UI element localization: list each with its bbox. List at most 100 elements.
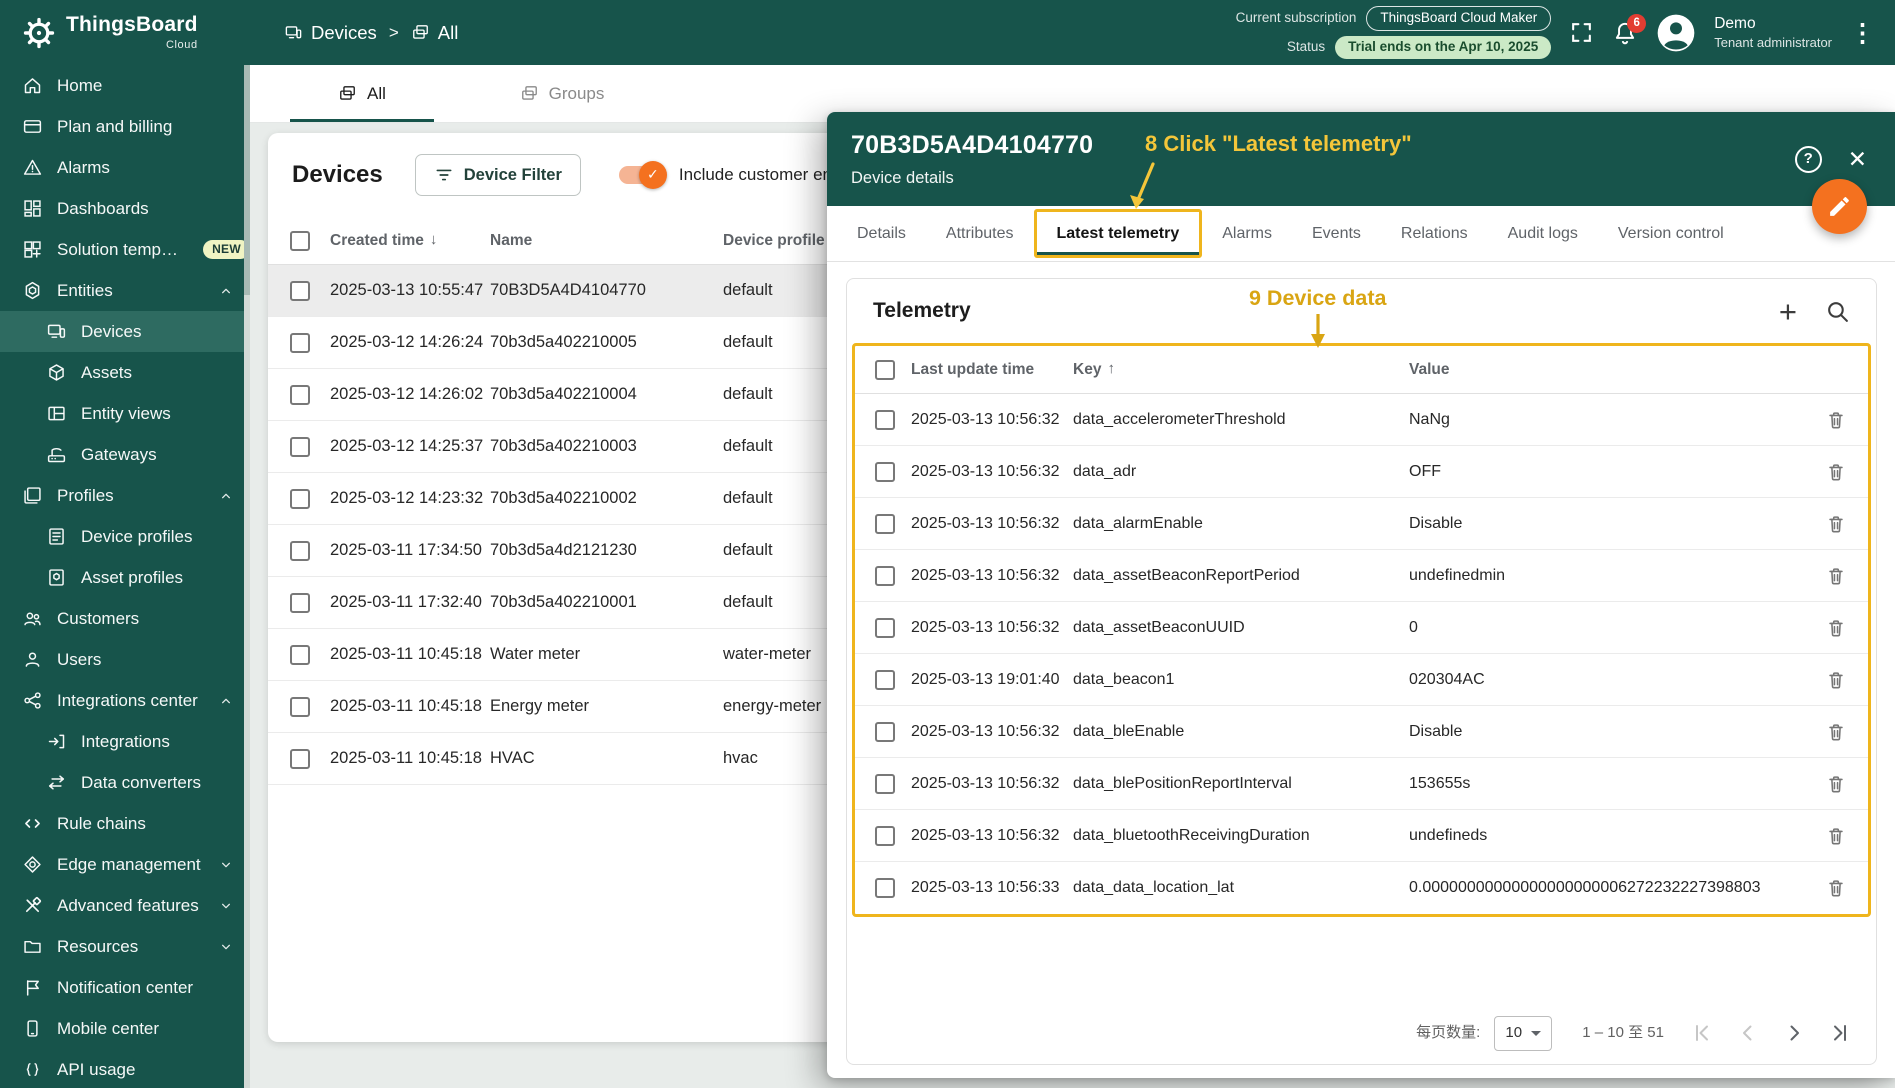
tab-audit-logs[interactable]: Audit logs	[1488, 206, 1598, 261]
telemetry-row[interactable]: 2025-03-13 10:56:33 data_data_location_l…	[855, 862, 1868, 914]
row-checkbox[interactable]	[290, 333, 310, 353]
row-checkbox[interactable]	[290, 749, 310, 769]
sidebar-item-rule-chains[interactable]: Rule chains	[0, 803, 250, 844]
sidebar-item-dashboards[interactable]: Dashboards	[0, 188, 250, 229]
delete-telemetry-button[interactable]	[1825, 513, 1847, 535]
row-checkbox[interactable]	[290, 437, 310, 457]
row-checkbox[interactable]	[875, 618, 895, 638]
scrollbar-thumb[interactable]	[244, 65, 250, 295]
edit-fab[interactable]	[1812, 179, 1867, 234]
tab-version-control[interactable]: Version control	[1598, 206, 1744, 261]
delete-telemetry-button[interactable]	[1825, 617, 1847, 639]
include-customer-entities-toggle[interactable]: ✓	[619, 166, 665, 184]
sidebar-item-plan-and-billing[interactable]: Plan and billing	[0, 106, 250, 147]
sidebar-item-device-profiles[interactable]: Device profiles	[0, 516, 250, 557]
row-checkbox[interactable]	[290, 645, 310, 665]
telemetry-row[interactable]: 2025-03-13 10:56:32 data_adr OFF	[855, 446, 1868, 498]
telemetry-row[interactable]: 2025-03-13 10:56:32 data_alarmEnable Dis…	[855, 498, 1868, 550]
delete-telemetry-button[interactable]	[1825, 461, 1847, 483]
next-page-button[interactable]	[1782, 1021, 1806, 1045]
sidebar-item-integrations-center[interactable]: Integrations center	[0, 680, 250, 721]
page-size-select[interactable]: 10	[1494, 1016, 1552, 1051]
row-checkbox[interactable]	[290, 541, 310, 561]
sidebar-item-edge-management[interactable]: Edge management	[0, 844, 250, 885]
sidebar-item-solution-templates[interactable]: Solution templates NEW	[0, 229, 250, 270]
notifications-button[interactable]: 6	[1612, 20, 1638, 46]
sidebar-item-advanced-features[interactable]: Advanced features	[0, 885, 250, 926]
first-page-button[interactable]	[1690, 1021, 1714, 1045]
telemetry-row[interactable]: 2025-03-13 10:56:32 data_bluetoothReceiv…	[855, 810, 1868, 862]
sidebar-item-api-usage[interactable]: API usage	[0, 1049, 250, 1088]
row-checkbox[interactable]	[290, 385, 310, 405]
sidebar-item-customers[interactable]: Customers	[0, 598, 250, 639]
last-page-button[interactable]	[1828, 1021, 1852, 1045]
row-checkbox[interactable]	[290, 593, 310, 613]
sidebar-item-entity-views[interactable]: Entity views	[0, 393, 250, 434]
close-button[interactable]: ✕	[1848, 145, 1867, 174]
sidebar-item-entities[interactable]: Entities	[0, 270, 250, 311]
avatar[interactable]	[1656, 13, 1696, 53]
delete-telemetry-button[interactable]	[1825, 773, 1847, 795]
more-menu-button[interactable]: ⋮	[1850, 18, 1875, 48]
sidebar-item-assets[interactable]: Assets	[0, 352, 250, 393]
telemetry-row[interactable]: 2025-03-13 10:56:32 data_blePositionRepo…	[855, 758, 1868, 810]
delete-telemetry-button[interactable]	[1825, 669, 1847, 691]
row-checkbox[interactable]	[875, 774, 895, 794]
sidebar-item-notification-center[interactable]: Notification center	[0, 967, 250, 1008]
tab-relations[interactable]: Relations	[1381, 206, 1488, 261]
row-checkbox[interactable]	[875, 566, 895, 586]
select-all-checkbox[interactable]	[290, 231, 310, 251]
row-checkbox[interactable]	[875, 514, 895, 534]
tab-all[interactable]: All	[262, 65, 462, 122]
row-checkbox[interactable]	[290, 281, 310, 301]
column-key[interactable]: Key ↑	[1073, 360, 1409, 379]
sidebar-item-asset-profiles[interactable]: Asset profiles	[0, 557, 250, 598]
thingsboard-logo[interactable]: ThingsBoard Cloud	[0, 12, 250, 53]
row-checkbox[interactable]	[290, 697, 310, 717]
tab-alarms[interactable]: Alarms	[1202, 206, 1292, 261]
fullscreen-button[interactable]	[1569, 20, 1594, 45]
delete-telemetry-button[interactable]	[1825, 825, 1847, 847]
add-telemetry-button[interactable]: +	[1779, 296, 1797, 327]
sidebar-item-alarms[interactable]: Alarms	[0, 147, 250, 188]
tab-latest-telemetry[interactable]: Latest telemetry	[1034, 209, 1203, 258]
row-checkbox[interactable]	[875, 722, 895, 742]
sidebar-item-users[interactable]: Users	[0, 639, 250, 680]
tab-groups[interactable]: Groups	[462, 65, 662, 122]
delete-telemetry-button[interactable]	[1825, 877, 1847, 899]
row-checkbox[interactable]	[875, 670, 895, 690]
sidebar-item-devices[interactable]: Devices	[0, 311, 250, 352]
tab-events[interactable]: Events	[1292, 206, 1381, 261]
subscription-pill[interactable]: ThingsBoard Cloud Maker	[1366, 6, 1551, 31]
row-checkbox[interactable]	[290, 489, 310, 509]
select-all-checkbox[interactable]	[875, 360, 895, 380]
column-last-update-time[interactable]: Last update time	[911, 360, 1073, 379]
delete-telemetry-button[interactable]	[1825, 565, 1847, 587]
telemetry-row[interactable]: 2025-03-13 10:56:32 data_bleEnable Disab…	[855, 706, 1868, 758]
row-checkbox[interactable]	[875, 462, 895, 482]
device-filter-button[interactable]: Device Filter	[415, 154, 581, 196]
column-value[interactable]: Value	[1409, 360, 1804, 379]
telemetry-row[interactable]: 2025-03-13 10:56:32 data_accelerometerTh…	[855, 394, 1868, 446]
sidebar-item-resources[interactable]: Resources	[0, 926, 250, 967]
breadcrumb-devices[interactable]: Devices	[284, 21, 377, 44]
column-created-time[interactable]: Created time ↓	[330, 231, 490, 250]
row-checkbox[interactable]	[875, 826, 895, 846]
search-icon[interactable]	[1825, 299, 1850, 324]
telemetry-row[interactable]: 2025-03-13 10:56:32 data_assetBeaconUUID…	[855, 602, 1868, 654]
previous-page-button[interactable]	[1736, 1021, 1760, 1045]
sidebar-item-home[interactable]: Home	[0, 65, 250, 106]
sidebar-item-profiles[interactable]: Profiles	[0, 475, 250, 516]
sidebar-item-gateways[interactable]: Gateways	[0, 434, 250, 475]
sidebar-item-integrations[interactable]: Integrations	[0, 721, 250, 762]
delete-telemetry-button[interactable]	[1825, 721, 1847, 743]
column-name[interactable]: Name	[490, 231, 723, 250]
help-button[interactable]: ?	[1795, 146, 1822, 173]
sidebar-item-data-converters[interactable]: Data converters	[0, 762, 250, 803]
telemetry-row[interactable]: 2025-03-13 19:01:40 data_beacon1 020304A…	[855, 654, 1868, 706]
row-checkbox[interactable]	[875, 410, 895, 430]
tab-attributes[interactable]: Attributes	[926, 206, 1034, 261]
sidebar-item-mobile-center[interactable]: Mobile center	[0, 1008, 250, 1049]
breadcrumb-all[interactable]: All	[411, 21, 459, 44]
delete-telemetry-button[interactable]	[1825, 409, 1847, 431]
